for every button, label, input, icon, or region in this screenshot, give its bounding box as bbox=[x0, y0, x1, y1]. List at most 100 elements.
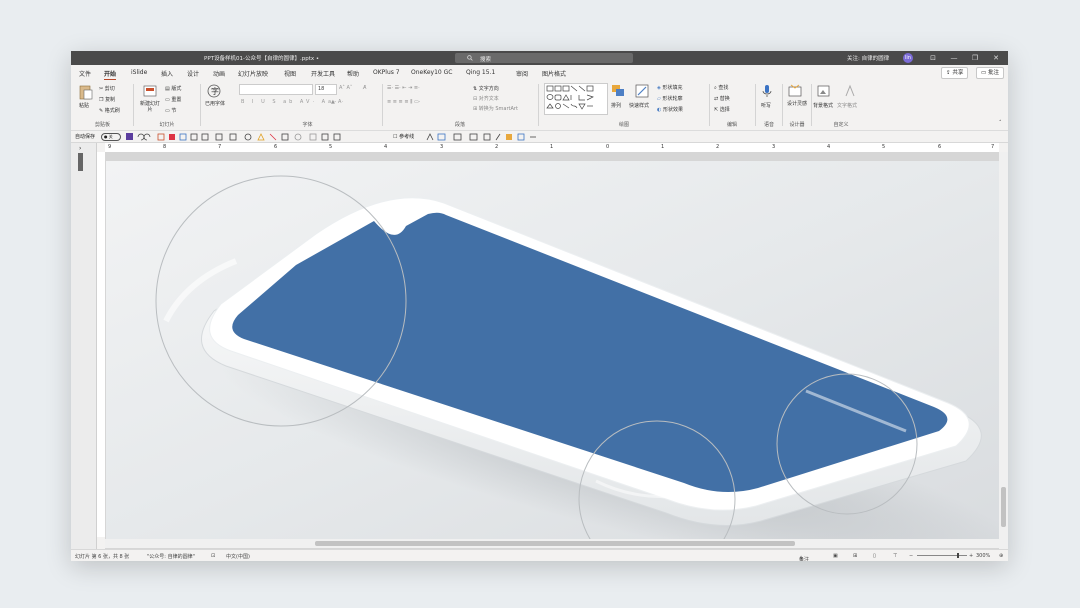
select-button[interactable]: ⇱ 选择 bbox=[714, 106, 730, 113]
zoom-out-icon[interactable]: − bbox=[909, 553, 913, 559]
font-style-buttons[interactable]: B I U S ab AV· Aa· bbox=[241, 99, 339, 105]
slides-group: 新建幻灯片 ▤ 版式 ▭ 重置 ▭ 节 幻灯片 bbox=[137, 80, 197, 130]
section-button[interactable]: ▭ 节 bbox=[165, 107, 176, 114]
expand-pane-icon[interactable]: › bbox=[79, 145, 81, 152]
minimize-button[interactable]: — bbox=[947, 52, 961, 64]
background-format-icon[interactable] bbox=[817, 84, 833, 98]
tab-file[interactable]: 文件 bbox=[79, 69, 91, 78]
vertical-scrollbar[interactable] bbox=[999, 152, 1008, 549]
tab-review[interactable]: 审阅 bbox=[516, 69, 528, 78]
horizontal-scrollbar[interactable] bbox=[105, 539, 999, 548]
ruler-tick: 2 bbox=[716, 144, 720, 150]
align-icons[interactable]: ≡ ≡ ≡ ≡ ⫼ ▭· bbox=[387, 99, 420, 105]
tab-islide[interactable]: iSlide bbox=[131, 69, 147, 76]
design-ideas-icon[interactable] bbox=[788, 84, 804, 98]
text-format-button[interactable]: 文字格式 bbox=[837, 102, 857, 109]
thumbnail-pane[interactable]: › bbox=[71, 143, 97, 549]
thumbnails-icon[interactable] bbox=[78, 153, 83, 171]
fit-slide-icon[interactable]: ⊕ bbox=[999, 553, 1003, 559]
horizontal-scroll-thumb[interactable] bbox=[315, 541, 795, 546]
quick-styles-icon[interactable] bbox=[635, 84, 651, 98]
text-format-icon[interactable] bbox=[843, 84, 859, 98]
normal-view-icon[interactable]: ▣ bbox=[833, 553, 838, 559]
paste-button[interactable]: 粘贴 bbox=[79, 102, 89, 109]
share-button[interactable]: ⇪ 共享 bbox=[941, 67, 969, 79]
replace-button[interactable]: ⇄ 替换 bbox=[714, 95, 730, 102]
font-name-box[interactable] bbox=[239, 84, 313, 95]
custom-group-label: 自定义 bbox=[833, 122, 849, 128]
smartart-button[interactable]: ⊞ 转换为 SmartArt bbox=[473, 105, 518, 112]
reading-view-icon[interactable]: ▯ bbox=[873, 553, 876, 559]
ref-lines-checkbox[interactable]: ☐ 参考线 bbox=[393, 133, 414, 140]
paste-icon[interactable] bbox=[79, 84, 95, 100]
tab-view[interactable]: 视图 bbox=[284, 69, 296, 78]
font-a-icon[interactable]: 字 bbox=[207, 84, 223, 98]
accessibility-icon[interactable]: ⊡ bbox=[211, 553, 215, 559]
phone-mockup-image[interactable] bbox=[106, 161, 999, 539]
design-ideas-button[interactable]: 设计灵感 bbox=[784, 101, 810, 107]
maximize-button[interactable]: ❐ bbox=[968, 52, 982, 64]
format-painter-button[interactable]: ✎ 格式刷 bbox=[99, 107, 120, 114]
comment-button[interactable]: ▭ 批注 bbox=[976, 67, 1004, 79]
tab-developer[interactable]: 开发工具 bbox=[311, 69, 335, 78]
shape-fill-button[interactable]: ◈ 形状填充 bbox=[657, 84, 682, 91]
zoom-slider-handle[interactable] bbox=[957, 553, 959, 558]
search-box[interactable]: 搜索 bbox=[455, 53, 633, 63]
align-text-button[interactable]: ⊟ 对齐文本 bbox=[473, 95, 499, 102]
font-color-icon[interactable]: ▲· A· bbox=[331, 99, 343, 105]
arrange-button[interactable]: 排列 bbox=[611, 102, 621, 109]
background-format-button[interactable]: 背景格式 bbox=[813, 102, 833, 109]
tab-design[interactable]: 设计 bbox=[187, 69, 199, 78]
tab-insert[interactable]: 插入 bbox=[161, 69, 173, 78]
qat-icons-right[interactable] bbox=[426, 133, 566, 141]
editing-group: ⌕ 查找 ⇄ 替换 ⇱ 选择 编辑 bbox=[712, 80, 752, 130]
tab-qing[interactable]: Qing 15.1 bbox=[466, 69, 495, 76]
shapes-gallery[interactable] bbox=[544, 83, 608, 115]
grow-font-icon[interactable]: A˄ A˅ bbox=[339, 85, 352, 91]
font-size-box[interactable]: 18 bbox=[315, 84, 337, 95]
slide-canvas[interactable] bbox=[106, 161, 999, 539]
close-button[interactable]: ✕ bbox=[989, 52, 1003, 64]
ruler-tick: 6 bbox=[274, 144, 278, 150]
shape-effects-button[interactable]: ◐ 形状效果 bbox=[657, 106, 683, 113]
text-direction-button[interactable]: ⇅ 文字方向 bbox=[473, 85, 499, 92]
autosave-toggle[interactable]: ● 关 bbox=[101, 133, 121, 141]
shape-outline-button[interactable]: ▱ 形状轮廓 bbox=[657, 95, 682, 102]
tab-slideshow[interactable]: 幻灯片放映 bbox=[238, 69, 268, 78]
cut-button[interactable]: ✂ 剪切 bbox=[99, 85, 115, 92]
new-slide-icon[interactable] bbox=[143, 84, 159, 98]
arrange-icon[interactable] bbox=[611, 84, 627, 98]
ribbon-display-button[interactable]: ⊡ bbox=[926, 52, 940, 64]
slideshow-icon[interactable]: ⊤ bbox=[893, 553, 897, 559]
tab-okplus[interactable]: OKPlus 7 bbox=[373, 69, 400, 76]
quick-styles-button[interactable]: 快速样式 bbox=[629, 102, 649, 109]
collapse-ribbon-icon[interactable]: ˄ bbox=[999, 120, 1002, 126]
pen-icon: ▱ bbox=[657, 96, 661, 102]
tab-home[interactable]: 开始 bbox=[104, 69, 117, 80]
zoom-slider[interactable] bbox=[917, 555, 967, 556]
tab-onekey[interactable]: OneKey10 GC bbox=[411, 69, 452, 76]
cut-label: 剪切 bbox=[104, 86, 115, 92]
fonts-used-button[interactable]: 已用字体 bbox=[205, 101, 227, 107]
bullets-icon[interactable]: ☰· ☰· ⇤ ⇥ ≡· bbox=[387, 85, 420, 91]
reset-button[interactable]: ▭ 重置 bbox=[165, 96, 181, 103]
clipboard-group: 粘贴 ✂ 剪切 ❐ 复制 ✎ 格式刷 剪贴板 bbox=[75, 80, 130, 130]
zoom-level[interactable]: 300% bbox=[976, 553, 990, 559]
new-slide-button[interactable]: 新建幻灯片 bbox=[139, 101, 161, 113]
layout-button[interactable]: ▤ 版式 bbox=[165, 85, 181, 92]
avatar[interactable]: lin bbox=[903, 53, 913, 63]
slide-sorter-icon[interactable]: ⊞ bbox=[853, 553, 857, 559]
tab-picture-format[interactable]: 图片格式 bbox=[542, 69, 566, 78]
zoom-in-icon[interactable]: + bbox=[969, 553, 973, 559]
tab-help[interactable]: 帮助 bbox=[347, 69, 359, 78]
tab-animation[interactable]: 动画 bbox=[213, 69, 225, 78]
copy-button[interactable]: ❐ 复制 bbox=[99, 96, 115, 103]
find-button[interactable]: ⌕ 查找 bbox=[714, 84, 728, 91]
format-painter-label: 格式刷 bbox=[104, 108, 120, 114]
language[interactable]: 中文(中国) bbox=[226, 553, 250, 560]
dictate-button[interactable]: 听写 bbox=[761, 102, 771, 109]
microphone-icon[interactable] bbox=[761, 84, 777, 98]
clear-format-icon[interactable]: A̸ bbox=[363, 85, 366, 91]
checkbox-icon: ☐ bbox=[393, 134, 398, 140]
vertical-scroll-thumb[interactable] bbox=[1001, 487, 1006, 527]
